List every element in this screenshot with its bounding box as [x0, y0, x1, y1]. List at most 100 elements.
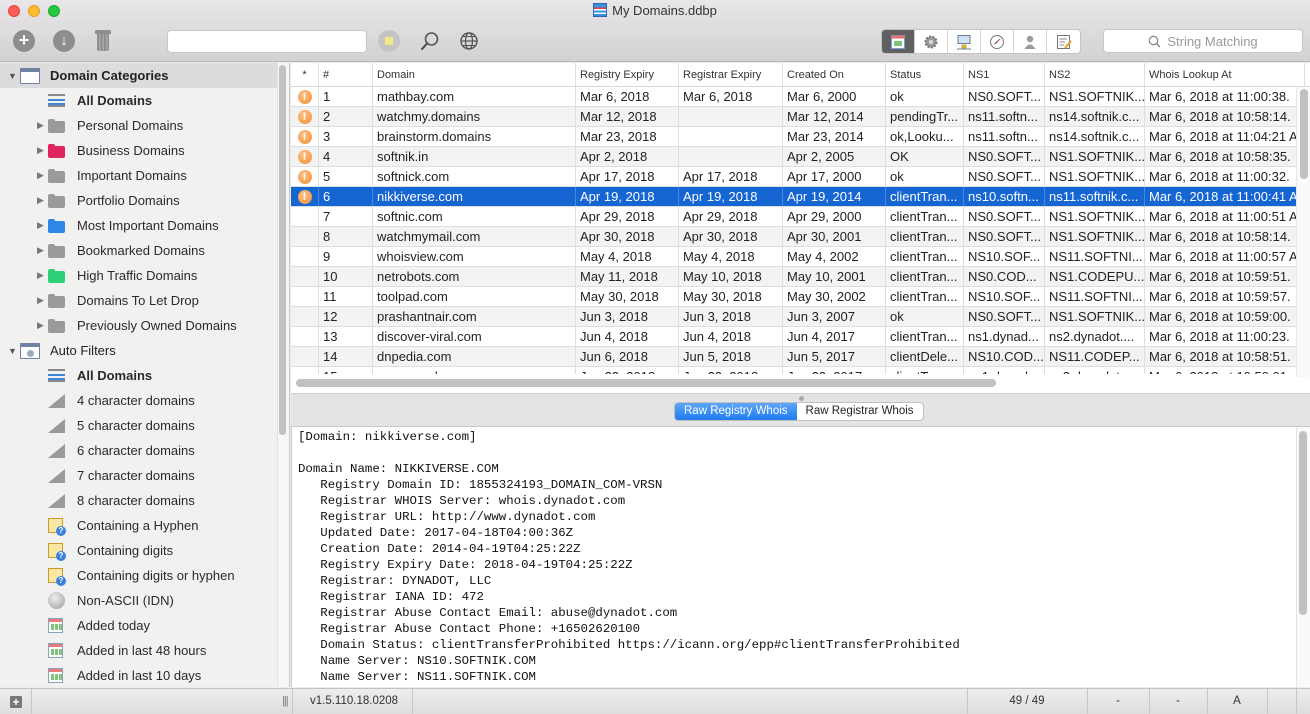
column-header-ns1[interactable]: NS1 — [964, 63, 1045, 86]
sidebar-item-all-domains[interactable]: All Domains — [0, 363, 289, 388]
disclosure-open-icon[interactable]: ▼ — [8, 346, 18, 356]
sidebar-item-most-important-domains[interactable]: ▶ Most Important Domains — [0, 213, 289, 238]
sidebar-item-added-in-last-48-hours[interactable]: Added in last 48 hours — [0, 638, 289, 663]
user-view-button[interactable] — [1014, 30, 1047, 53]
table-row[interactable]: 7 softnic.com Apr 29, 2018 Apr 29, 2018 Apr … — [291, 207, 1310, 227]
domains-table: * # Domain Registry Expiry Registrar Expiry C… — [291, 63, 1310, 393]
column-header-flag[interactable]: * — [291, 63, 319, 86]
table-row[interactable]: ! 3 brainstorm.domains Mar 23, 2018 Mar 23, … — [291, 127, 1310, 147]
column-header-registrar-expiry[interactable]: Registrar Expiry — [679, 63, 783, 86]
cell-domain: softnick.com — [373, 167, 576, 186]
settings-view-button[interactable] — [915, 30, 948, 53]
table-row[interactable]: 15ppppppeal.coJun 23, 2018Jun 23, 2018Ju… — [291, 367, 1310, 374]
disclosure-open-icon[interactable]: ▼ — [8, 71, 18, 81]
add-category-button[interactable]: + — [10, 696, 22, 708]
column-header-whois-lookup-at[interactable]: Whois Lookup At — [1145, 63, 1305, 86]
disclosure-closed-icon[interactable]: ▶ — [37, 270, 47, 281]
disclosure-closed-icon[interactable]: ▶ — [37, 195, 47, 206]
sidebar-item-all-domains[interactable]: All Domains — [0, 88, 289, 113]
table-row[interactable]: 10 netrobots.com May 11, 2018 May 10, 2018 M… — [291, 267, 1310, 287]
sidebar-item-containing-digits-or-hyphen[interactable]: Containing digits or hyphen — [0, 563, 289, 588]
sidebar-item-portfolio-domains[interactable]: ▶ Portfolio Domains — [0, 188, 289, 213]
sidebar-item-added-in-last-10-days[interactable]: Added in last 10 days — [0, 663, 289, 687]
globe-icon[interactable] — [459, 31, 479, 51]
table-row[interactable]: ! 6 nikkiverse.com Apr 19, 2018 Apr 19, 2018… — [291, 187, 1310, 207]
column-header-status[interactable]: Status — [886, 63, 964, 86]
column-header-ns2[interactable]: NS2 — [1045, 63, 1145, 86]
disclosure-closed-icon[interactable]: ▶ — [37, 220, 47, 231]
sidebar-item-containing-digits[interactable]: Containing digits — [0, 538, 289, 563]
clock-view-button[interactable] — [981, 30, 1014, 53]
column-header-num[interactable]: # — [319, 63, 373, 86]
sidebar-item-previously-owned-domains[interactable]: ▶ Previously Owned Domains — [0, 313, 289, 338]
table-row[interactable]: 13 discover-viral.com Jun 4, 2018 Jun 4, 20… — [291, 327, 1310, 347]
table-vertical-scrollbar[interactable] — [1300, 89, 1308, 179]
cell-ns1: NS0.COD... — [964, 267, 1045, 286]
disclosure-closed-icon[interactable]: ▶ — [37, 120, 47, 131]
table-row[interactable]: ! 2 watchmy.domains Mar 12, 2018 Mar 12, 201… — [291, 107, 1310, 127]
stop-button[interactable] — [378, 30, 400, 52]
calendar-view-button[interactable] — [882, 30, 915, 53]
table-row[interactable]: ! 4 softnik.in Apr 2, 2018 Apr 2, 2005 OK NS0.… — [291, 147, 1310, 167]
whois-line: Creation Date: 2014-04-19T04:25:22Z — [298, 542, 581, 556]
disclosure-closed-icon[interactable]: ▶ — [37, 145, 47, 156]
cell-registry-expiry: Apr 29, 2018 — [576, 207, 679, 226]
download-button[interactable]: ↓ — [53, 30, 75, 52]
sidebar-item-business-domains[interactable]: ▶ Business Domains — [0, 138, 289, 163]
sidebar-item-high-traffic-domains[interactable]: ▶ High Traffic Domains — [0, 263, 289, 288]
sidebar-item-personal-domains[interactable]: ▶ Personal Domains — [0, 113, 289, 138]
whois-line: Registrar Abuse Contact Phone: +16502620… — [298, 622, 641, 636]
disclosure-closed-icon[interactable]: ▶ — [37, 295, 47, 306]
table-row[interactable]: 8 watchmymail.com Apr 30, 2018 Apr 30, 2018… — [291, 227, 1310, 247]
whois-scrollbar[interactable] — [1299, 431, 1307, 615]
cell-num: 5 — [319, 167, 373, 186]
whois-text-view[interactable]: [Domain: nikkiverse.com] Domain Name: NIK… — [291, 427, 1310, 687]
sidebar-item-8-character-domains[interactable]: 8 character domains — [0, 488, 289, 513]
sidebar-item-containing-a-hyphen[interactable]: Containing a Hyphen — [0, 513, 289, 538]
notes-view-button[interactable] — [1047, 30, 1080, 53]
table-horizontal-scrollbar[interactable] — [296, 379, 996, 387]
lookup-search-icon[interactable] — [420, 31, 440, 51]
sidebar-item-6-character-domains[interactable]: 6 character domains — [0, 438, 289, 463]
column-header-registry-expiry[interactable]: Registry Expiry — [576, 63, 679, 86]
sidebar-item-domains-to-let-drop[interactable]: ▶ Domains To Let Drop — [0, 288, 289, 313]
split-handle[interactable] — [799, 396, 804, 401]
disclosure-closed-icon[interactable]: ▶ — [37, 245, 47, 256]
table-row[interactable]: 11 toolpad.com May 30, 2018 May 30, 2018 May… — [291, 287, 1310, 307]
sidebar-item-non-ascii-idn[interactable]: Non-ASCII (IDN) — [0, 588, 289, 613]
network-view-button[interactable] — [948, 30, 981, 53]
ruler-icon — [48, 393, 65, 408]
sidebar-item-important-domains[interactable]: ▶ Important Domains — [0, 163, 289, 188]
cell-created: Jun 5, 2017 — [783, 347, 886, 366]
sidebar-item-bookmarked-domains[interactable]: ▶ Bookmarked Domains — [0, 238, 289, 263]
string-matching-search-field[interactable]: String Matching — [1103, 29, 1303, 53]
url-input[interactable] — [167, 30, 367, 53]
sidebar-group-auto-filters[interactable]: ▼ Auto Filters — [0, 338, 289, 363]
trash-button[interactable] — [95, 30, 111, 51]
cell-ns2: ns2.dynadot.... — [1045, 327, 1145, 346]
cell-ns2: NS1.SOFTNIK... — [1045, 307, 1145, 326]
column-header-domain[interactable]: Domain — [373, 63, 576, 86]
resize-grip-icon[interactable]: ||| — [282, 695, 289, 707]
folder-icon — [48, 218, 65, 233]
sidebar-group-domain-categories[interactable]: ▼ Domain Categories — [0, 63, 289, 88]
whois-text: [Domain: nikkiverse.com] Domain Name: NIK… — [292, 427, 1310, 685]
sidebar-item-4-character-domains[interactable]: 4 character domains — [0, 388, 289, 413]
table-row[interactable]: 14 dnpedia.com Jun 6, 2018 Jun 5, 2018 Jun 5… — [291, 347, 1310, 367]
sidebar-item-added-today[interactable]: Added today — [0, 613, 289, 638]
column-header-created-on[interactable]: Created On — [783, 63, 886, 86]
add-domain-button[interactable]: + — [13, 30, 35, 52]
tab-raw-registry-whois[interactable]: Raw Registry Whois — [675, 403, 797, 420]
cell-registrar-expiry — [679, 147, 783, 166]
disclosure-closed-icon[interactable]: ▶ — [37, 320, 47, 331]
disclosure-closed-icon[interactable]: ▶ — [37, 170, 47, 181]
cell-registry-expiry: Mar 23, 2018 — [576, 127, 679, 146]
table-row[interactable]: 9 whoisview.com May 4, 2018 May 4, 2018 May … — [291, 247, 1310, 267]
sidebar-item-7-character-domains[interactable]: 7 character domains — [0, 463, 289, 488]
table-row[interactable]: 12 prashantnair.com Jun 3, 2018 Jun 3, 2018… — [291, 307, 1310, 327]
table-row[interactable]: ! 1 mathbay.com Mar 6, 2018 Mar 6, 2018 Mar 6… — [291, 87, 1310, 107]
sidebar-item-5-character-domains[interactable]: 5 character domains — [0, 413, 289, 438]
tab-raw-registrar-whois[interactable]: Raw Registrar Whois — [797, 403, 923, 420]
table-row[interactable]: ! 5 softnick.com Apr 17, 2018 Apr 17, 2018 Ap… — [291, 167, 1310, 187]
sidebar-scrollbar[interactable] — [279, 65, 286, 435]
